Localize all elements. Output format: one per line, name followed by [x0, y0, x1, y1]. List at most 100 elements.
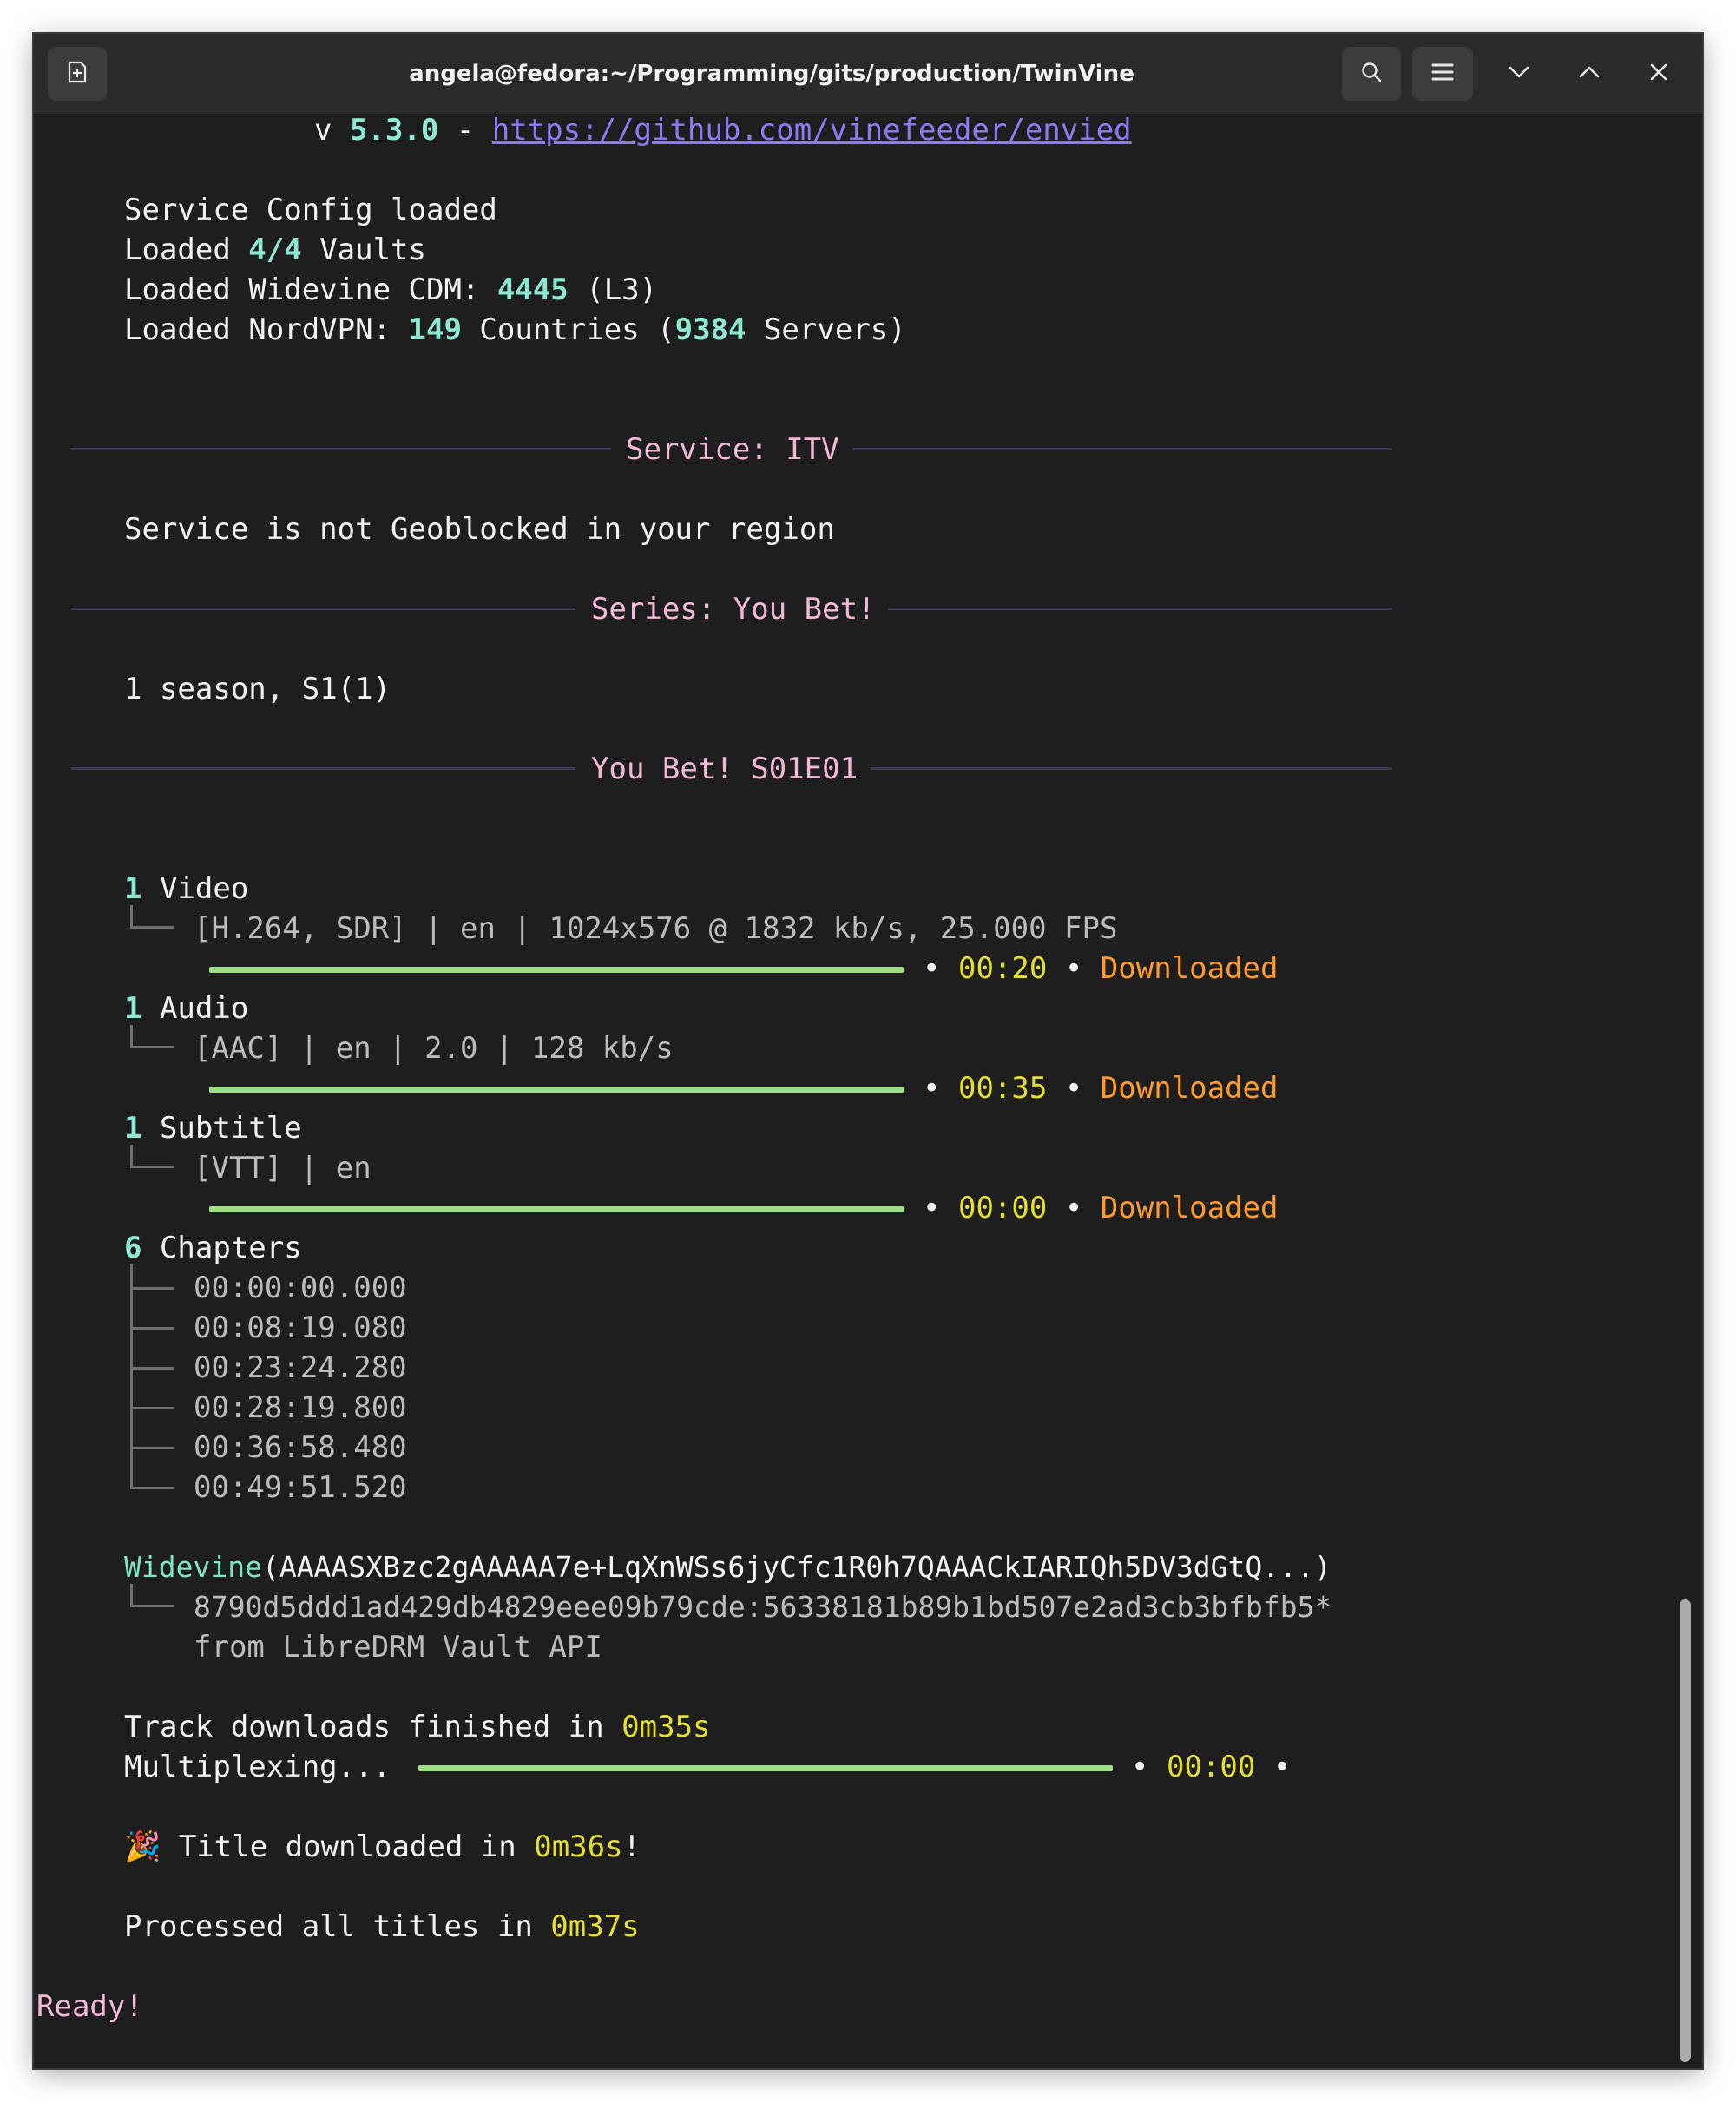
video-count: 1: [124, 871, 142, 906]
tree-branch: [130, 1487, 174, 1489]
close-button[interactable]: [1632, 47, 1686, 101]
tree-line: [130, 1145, 133, 1167]
search-button[interactable]: [1342, 47, 1401, 101]
new-tab-icon: [64, 59, 90, 89]
chapter-item: 00:49:51.520: [194, 1470, 407, 1505]
tree-line: [130, 1584, 133, 1606]
audio-label: Audio: [141, 991, 249, 1026]
video-status: Downloaded: [1100, 951, 1279, 986]
mux-progress-bar: [418, 1765, 1113, 1771]
widevine-pssh: (AAAASXBzc2gAAAAA7e+LqXnWSs6jyCfc1R0h7QA…: [261, 1550, 1332, 1584]
geoblock-line: Service is not Geoblocked in your region: [124, 512, 835, 547]
vpn-suffix: Servers): [746, 312, 906, 347]
bullet: •: [1064, 1191, 1083, 1225]
close-icon: [1648, 62, 1669, 86]
version-line: v 5.3.0 - https://github.com/vinefeeder/…: [314, 110, 1132, 150]
bullet: •: [1272, 1750, 1292, 1784]
rule-right: [852, 448, 1392, 450]
cdm-suffix: (L3): [568, 273, 658, 307]
cdm-id: 4445: [496, 273, 569, 307]
minimize-button[interactable]: [1492, 47, 1546, 101]
new-tab-button[interactable]: [48, 47, 107, 101]
rule-left: [71, 767, 575, 770]
rule-right: [888, 608, 1392, 610]
widevine-line: Widevine(AAAASXBzc2gAAAAA7e+LqXnWSs6jyCf…: [124, 1547, 1332, 1587]
tree-branch: [130, 1327, 174, 1330]
subtitle-count: 1: [124, 1111, 142, 1146]
subtitle-progress-bar: [209, 1206, 904, 1212]
cdm-line: Loaded Widevine CDM: 4445 (L3): [124, 270, 657, 310]
search-icon: [1359, 60, 1384, 88]
chevron-down-icon: [1507, 63, 1531, 84]
track-done-time: 0m35s: [621, 1710, 711, 1744]
subtitle-time: 00:00: [957, 1191, 1048, 1225]
version-number: 5.3.0: [349, 113, 439, 148]
audio-heading: 1 Audio: [124, 989, 248, 1028]
episode-heading: You Bet! S01E01: [591, 752, 858, 786]
tree-branch: [130, 1407, 174, 1409]
ready-prompt: Ready!: [36, 1989, 143, 2024]
tree-branch: [130, 1287, 174, 1290]
bullet: •: [1131, 1750, 1149, 1784]
video-detail: [H.264, SDR] | en | 1024x576 @ 1832 kb/s…: [194, 911, 1118, 946]
tree-branch: [130, 1605, 174, 1607]
terminal-window: angela@fedora:~/Programming/gits/product…: [34, 34, 1702, 2068]
maximize-button[interactable]: [1562, 47, 1616, 101]
github-link[interactable]: https://github.com/vinefeeder/envied: [492, 113, 1132, 148]
tree-branch: [130, 1166, 174, 1168]
track-done-prefix: Track downloads finished in: [124, 1710, 622, 1744]
service-config-line: Service Config loaded: [124, 193, 497, 227]
title-done-suffix: !: [622, 1829, 641, 1864]
audio-count: 1: [124, 991, 142, 1026]
all-done-prefix: Processed all titles in: [124, 1909, 551, 1944]
audio-detail: [AAC] | en | 2.0 | 128 kb/s: [194, 1031, 674, 1066]
all-done-time: 0m37s: [550, 1909, 640, 1944]
bullet: •: [1064, 951, 1083, 986]
subtitle-label: Subtitle: [141, 1111, 302, 1146]
chapter-item: 00:23:24.280: [194, 1350, 407, 1385]
bullet: •: [923, 951, 941, 986]
title-bar: angela@fedora:~/Programming/gits/product…: [34, 34, 1702, 115]
chevron-up-icon: [1577, 63, 1601, 84]
vpn-servers: 9384: [674, 312, 746, 347]
chapter-item: 00:08:19.080: [194, 1310, 407, 1345]
chapter-item: 00:00:00.000: [194, 1271, 407, 1305]
vpn-countries-label: Countries: [461, 312, 658, 347]
menu-button[interactable]: [1412, 47, 1473, 101]
video-status-line: • 00:20 • Downloaded: [923, 949, 1278, 989]
video-label: Video: [141, 871, 249, 906]
bullet: •: [923, 1071, 941, 1106]
version-separator: -: [438, 113, 492, 148]
widevine-source: from LibreDRM Vault API: [194, 1630, 602, 1665]
vaults-count: 4/4: [248, 233, 302, 267]
subtitle-status-line: • 00:00 • Downloaded: [923, 1188, 1278, 1228]
vpn-paren: (: [657, 312, 675, 347]
tree-branch: [130, 926, 174, 929]
title-done-prefix: Title downloaded in: [161, 1829, 535, 1864]
all-done-line: Processed all titles in 0m37s: [124, 1907, 640, 1947]
version-prefix: v: [314, 113, 350, 148]
rule-right: [871, 767, 1392, 770]
vpn-countries: 149: [408, 312, 462, 347]
rule-left: [71, 448, 611, 450]
audio-progress-bar: [209, 1087, 904, 1093]
party-icon: 🎉: [124, 1829, 161, 1864]
vaults-line: Loaded 4/4 Vaults: [124, 230, 426, 270]
widevine-name: Widevine: [124, 1550, 262, 1584]
title-done-time: 0m36s: [534, 1829, 623, 1864]
audio-time: 00:35: [957, 1071, 1048, 1106]
chapters-heading: 6 Chapters: [124, 1228, 302, 1268]
chapter-item: 00:28:19.800: [194, 1390, 407, 1425]
tree-branch: [130, 1046, 174, 1048]
tree-branch: [130, 1447, 174, 1449]
scrollbar-thumb[interactable]: [1680, 1599, 1691, 2062]
mux-label: Multiplexing...: [124, 1750, 391, 1784]
subtitle-detail: [VTT] | en: [194, 1151, 372, 1186]
audio-status: Downloaded: [1100, 1071, 1279, 1106]
mux-status-line: • 00:00 •: [1131, 1747, 1291, 1787]
terminal-output[interactable]: v 5.3.0 - https://github.com/vinefeeder/…: [34, 113, 1679, 2068]
series-heading: Series: You Bet!: [591, 592, 876, 627]
vpn-line: Loaded NordVPN: 149 Countries (9384 Serv…: [124, 310, 906, 350]
track-done-line: Track downloads finished in 0m35s: [124, 1707, 711, 1747]
tree-line: [130, 905, 133, 928]
